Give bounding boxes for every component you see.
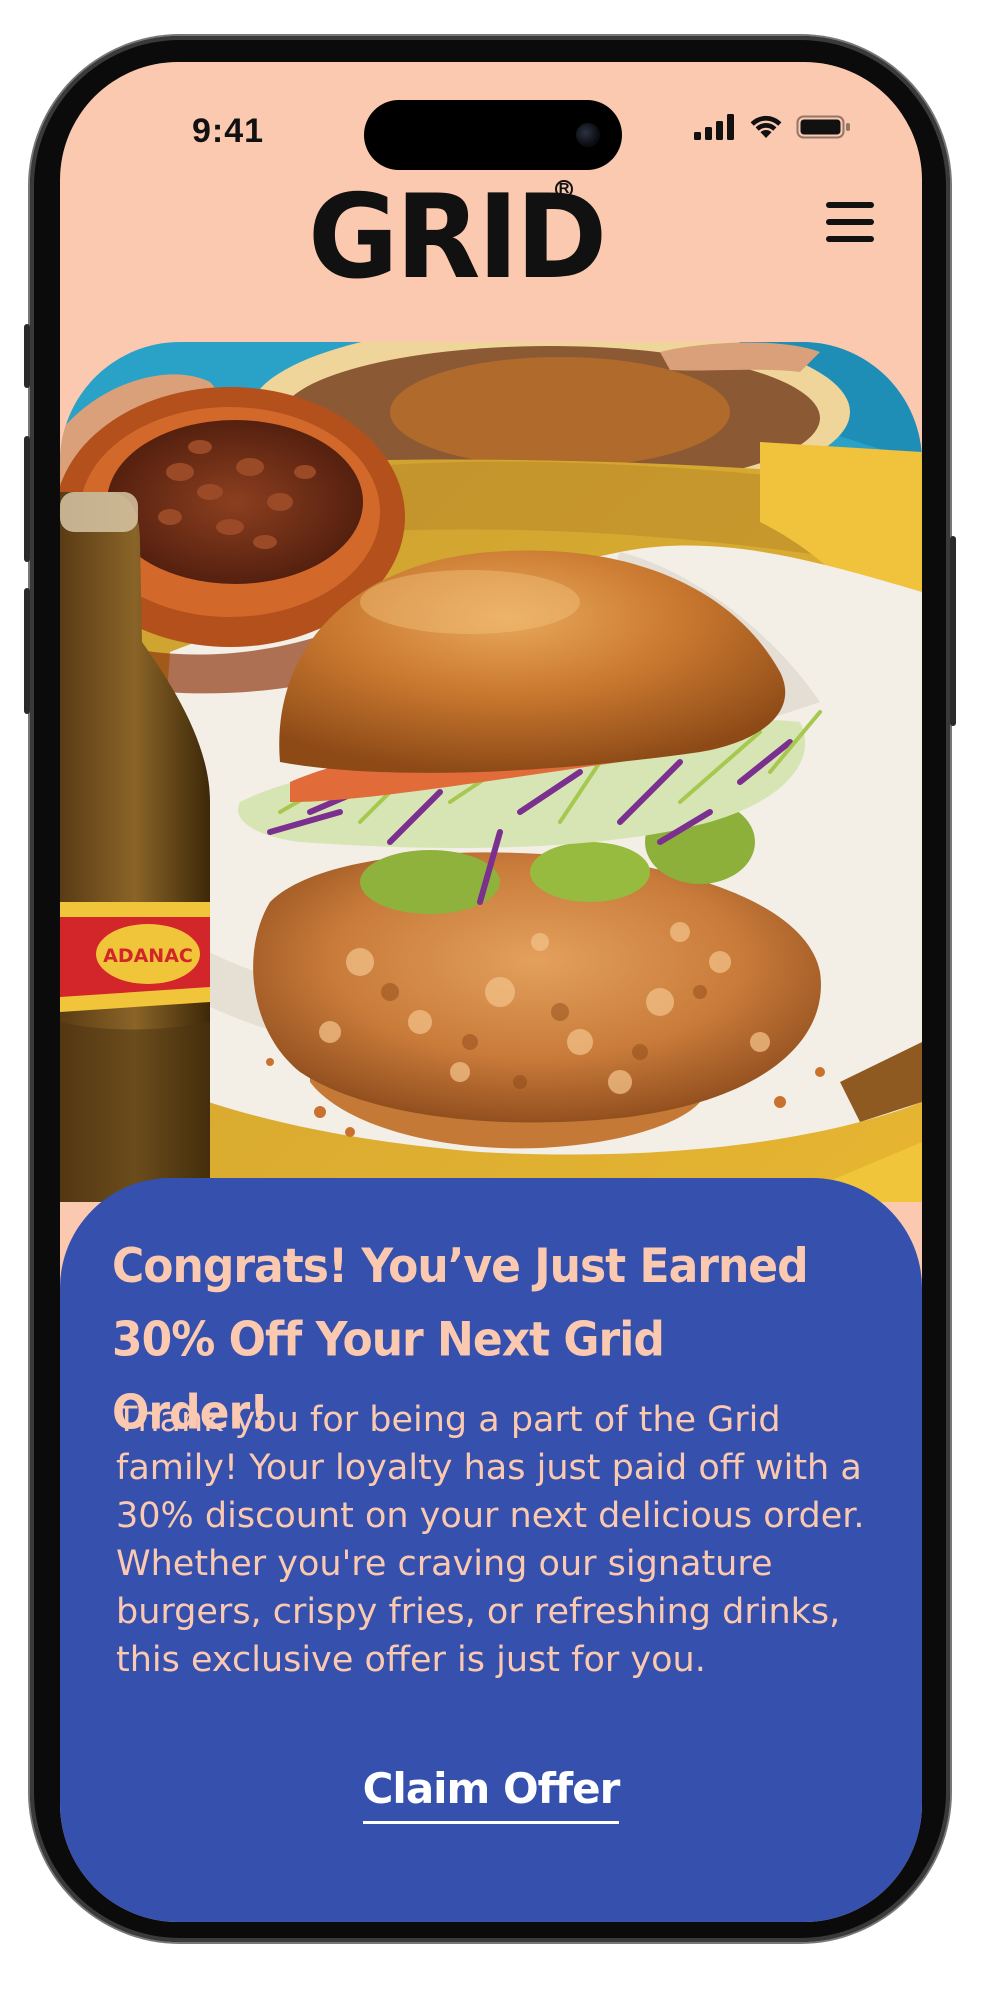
grid-logo[interactable]: GRID R	[308, 180, 607, 310]
volume-up-button	[24, 436, 30, 562]
claim-offer-container: Claim Offer	[60, 1764, 922, 1824]
power-button	[950, 536, 956, 726]
menu-line	[826, 236, 874, 242]
registered-mark: R	[555, 180, 573, 198]
hamburger-menu-icon[interactable]	[826, 202, 874, 242]
hero-food-photo: ADANAC	[60, 342, 922, 1202]
phone-screen: 9:41 GRID R ADANAC Congrats! You’ve Just…	[60, 62, 922, 1922]
cellular-signal-icon	[694, 114, 734, 140]
wifi-icon	[750, 115, 782, 138]
offer-card: Congrats! You’ve Just Earned 30% Off You…	[60, 1178, 922, 1922]
claim-offer-link[interactable]: Claim Offer	[362, 1764, 620, 1824]
dynamic-island	[364, 100, 622, 170]
front-camera-icon	[576, 123, 600, 147]
bottle-label-text: ADANAC	[103, 945, 193, 967]
menu-line	[826, 219, 874, 225]
offer-body: Thank you for being a part of the Grid f…	[116, 1400, 865, 1680]
menu-line	[826, 202, 874, 208]
silent-switch	[24, 324, 30, 388]
volume-down-button	[24, 588, 30, 714]
status-time: 9:41	[192, 112, 265, 150]
battery-icon	[796, 115, 850, 139]
status-icons	[694, 114, 852, 140]
fried-chicken-sandwich-photo: ADANAC	[60, 342, 922, 1202]
